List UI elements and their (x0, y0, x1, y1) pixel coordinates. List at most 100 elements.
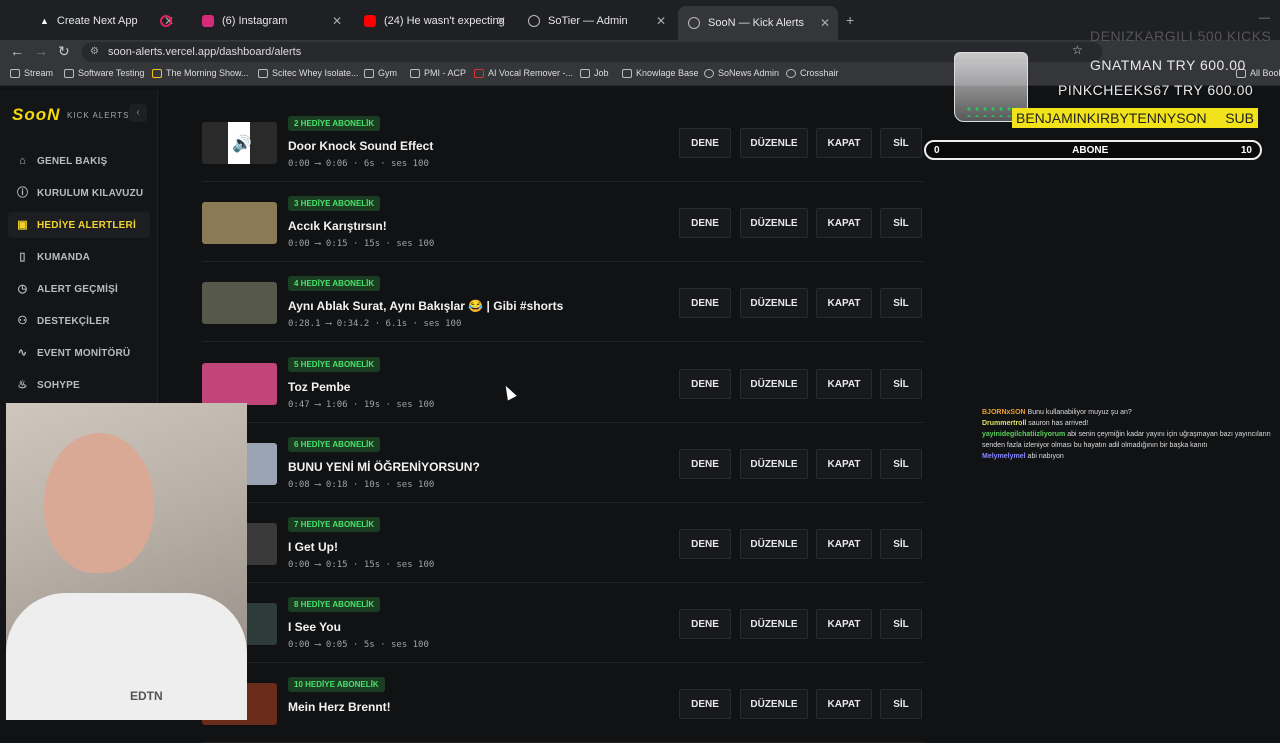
alert-thumbnail (202, 202, 277, 244)
close-button[interactable]: KAPAT (816, 128, 872, 158)
close-button[interactable]: KAPAT (816, 449, 872, 479)
close-icon[interactable]: ✕ (820, 16, 830, 30)
sidebar-item-destekciler[interactable]: ⚇ DESTEKÇİLER (8, 308, 150, 334)
bookmark-scitec[interactable]: Scitec Whey Isolate... (258, 68, 359, 78)
bookmark-crosshair[interactable]: Crosshair (786, 68, 839, 78)
bookmark-stream[interactable]: Stream (10, 68, 53, 78)
bookmark-icon (474, 68, 484, 78)
back-icon[interactable]: ← (10, 43, 24, 59)
delete-button[interactable]: SİL (880, 128, 922, 158)
chat-user: Melymelymel (982, 453, 1026, 460)
sidebar-item-event-monitoru[interactable]: ∿ EVENT MONİTÖRÜ (8, 340, 150, 366)
sidebar-item-alert-gecmisi[interactable]: ◷ ALERT GEÇMİŞİ (8, 276, 150, 302)
sidebar-item-kurulum[interactable]: ⓘ KURULUM KILAVUZU (8, 180, 150, 206)
globe-icon (528, 15, 540, 27)
speaker-icon: 🔊 (202, 122, 277, 164)
bookmark-icon (258, 68, 268, 78)
alert-meta: 0:00 ⟶ 0:06 · 6s · ses 100 (288, 159, 429, 169)
alert-title: Accık Karıştırsın! (288, 219, 387, 233)
edit-button[interactable]: DÜZENLE (740, 689, 808, 719)
test-button[interactable]: DENE (679, 529, 731, 559)
alert-thumbnail (202, 363, 277, 405)
test-button[interactable]: DENE (679, 128, 731, 158)
tab-sotier-admin[interactable]: SoTier — Admin ✕ (518, 8, 674, 34)
gift-sub-badge: 10 HEDİYE ABONELİK (288, 677, 385, 692)
test-button[interactable]: DENE (679, 609, 731, 639)
star-icon[interactable]: ☆ (1072, 43, 1083, 57)
bookmark-gym[interactable]: Gym (364, 68, 397, 78)
edit-button[interactable]: DÜZENLE (740, 449, 808, 479)
sidebar-item-hediye-alertleri[interactable]: ▣ HEDİYE ALERTLERİ (8, 212, 150, 238)
close-icon[interactable]: ✕ (332, 14, 342, 28)
delete-button[interactable]: SİL (880, 208, 922, 238)
home-icon: ⌂ (19, 154, 26, 167)
tab-instagram[interactable]: (6) Instagram ✕ (192, 8, 350, 34)
delete-button[interactable]: SİL (880, 529, 922, 559)
sidebar-item-sohype[interactable]: ♨ SOHYPE (8, 372, 150, 398)
edit-button[interactable]: DÜZENLE (740, 529, 808, 559)
delete-button[interactable]: SİL (880, 369, 922, 399)
alert-meta: 0:08 ⟶ 0:18 · 10s · ses 100 (288, 480, 435, 490)
remote-icon: ▯ (19, 250, 26, 263)
close-button[interactable]: KAPAT (816, 529, 872, 559)
bookmark-sonews-admin[interactable]: SoNews Admin (704, 68, 779, 78)
edit-button[interactable]: DÜZENLE (740, 208, 808, 238)
close-button[interactable]: KAPAT (816, 208, 872, 238)
test-button[interactable]: DENE (679, 449, 731, 479)
site-info-icon[interactable]: ⚙ (90, 46, 99, 57)
alert-title: Toz Pembe (288, 380, 351, 394)
new-tab-icon[interactable]: + (846, 12, 854, 28)
delete-button[interactable]: SİL (880, 609, 922, 639)
forward-icon[interactable]: → (34, 43, 48, 59)
flame-icon: ♨ (17, 378, 28, 391)
close-icon[interactable]: ✕ (656, 14, 666, 28)
sub-label: SUB (1225, 110, 1254, 126)
close-button[interactable]: KAPAT (816, 609, 872, 639)
minimize-icon[interactable]: — (1259, 12, 1270, 24)
close-button[interactable]: KAPAT (816, 369, 872, 399)
sidebar-item-label: HEDİYE ALERTLERİ (37, 219, 136, 231)
close-button[interactable]: KAPAT (816, 288, 872, 318)
bookmark-label: Knowlage Base (636, 68, 699, 78)
url-input[interactable]: ⚙ soon-alerts.vercel.app/dashboard/alert… (82, 42, 1102, 62)
globe-icon (786, 68, 796, 78)
reload-icon[interactable]: ↻ (58, 43, 70, 60)
collapse-sidebar-button[interactable]: ‹ (129, 104, 147, 122)
delete-button[interactable]: SİL (880, 288, 922, 318)
bookmark-knowlage-base[interactable]: Knowlage Base (622, 68, 699, 78)
bookmark-label: The Morning Show... (166, 68, 249, 78)
tab-record[interactable] (150, 8, 186, 34)
app-logo[interactable]: SooN (12, 105, 60, 125)
tab-youtube[interactable]: (24) He wasn't expecting this r ✕ (354, 8, 514, 34)
bookmark-software-testing[interactable]: Software Testing (64, 68, 144, 78)
edit-button[interactable]: DÜZENLE (740, 128, 808, 158)
close-icon[interactable]: ✕ (496, 14, 506, 28)
test-button[interactable]: DENE (679, 369, 731, 399)
bookmark-vocal-remover[interactable]: AI Vocal Remover -... (474, 68, 573, 78)
tab-title: (6) Instagram (222, 15, 288, 27)
alert-meta: 0:00 ⟶ 0:15 · 15s · ses 100 (288, 560, 435, 570)
test-button[interactable]: DENE (679, 689, 731, 719)
test-button[interactable]: DENE (679, 288, 731, 318)
sidebar-item-genel-bakis[interactable]: ⌂ GENEL BAKIŞ (8, 148, 150, 174)
delete-button[interactable]: SİL (880, 689, 922, 719)
bookmark-pmi[interactable]: PMI - ACP (410, 68, 466, 78)
close-button[interactable]: KAPAT (816, 689, 872, 719)
history-icon: ◷ (17, 282, 28, 295)
tab-title: SoTier — Admin (548, 15, 628, 27)
bookmark-job[interactable]: Job (580, 68, 609, 78)
edit-button[interactable]: DÜZENLE (740, 288, 808, 318)
tab-soon-kick-alerts[interactable]: SooN — Kick Alerts ✕ (678, 6, 838, 40)
globe-icon (688, 17, 700, 29)
alert-row: 8 HEDİYE ABONELİK I See You 0:00 ⟶ 0:05 · … (202, 583, 924, 663)
gift-sub-badge: 6 HEDİYE ABONELİK (288, 437, 381, 452)
info-icon: ⓘ (17, 186, 29, 199)
delete-button[interactable]: SİL (880, 449, 922, 479)
folder-icon (622, 68, 632, 78)
bookmark-morning-show[interactable]: The Morning Show... (152, 68, 249, 78)
sidebar-item-kumanda[interactable]: ▯ KUMANDA (8, 244, 150, 270)
edit-button[interactable]: DÜZENLE (740, 369, 808, 399)
edit-button[interactable]: DÜZENLE (740, 609, 808, 639)
test-button[interactable]: DENE (679, 208, 731, 238)
alert-title: BUNU YENİ Mİ ÖĞRENİYORSUN? (288, 460, 480, 474)
